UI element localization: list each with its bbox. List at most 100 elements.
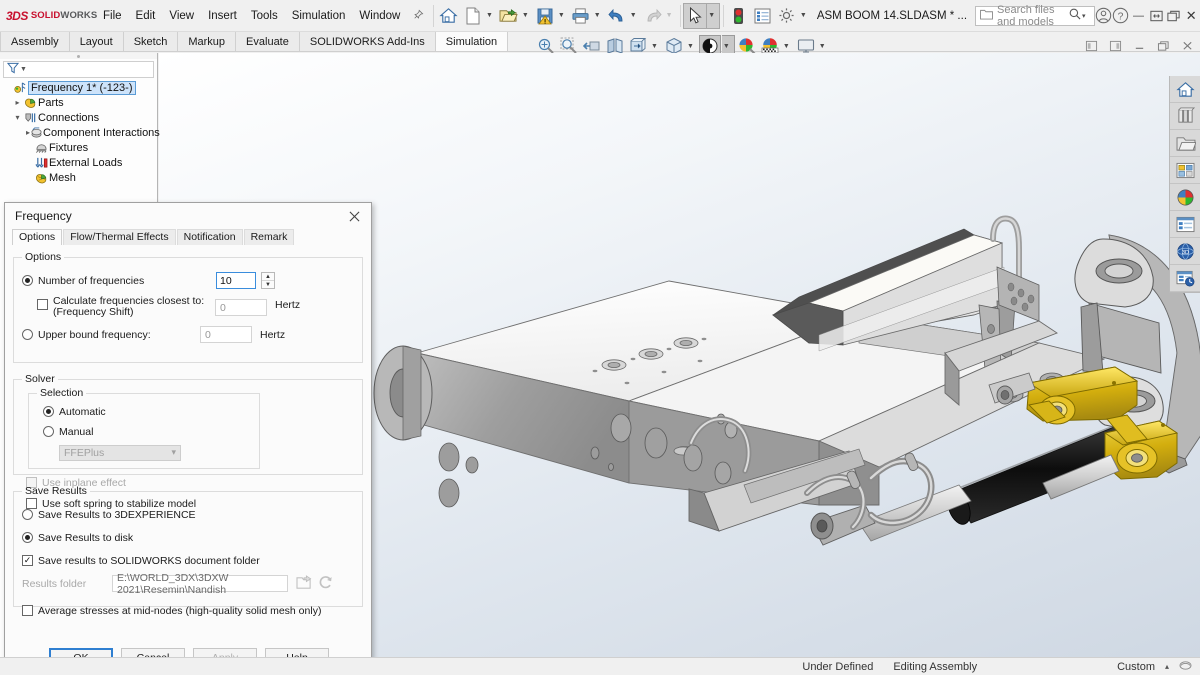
tab-assembly[interactable]: Assembly [0, 32, 70, 51]
solver-manual-radio[interactable] [43, 426, 54, 437]
close-icon[interactable] [341, 205, 367, 227]
maximize-window-icon[interactable] [1165, 1, 1183, 31]
solver-select[interactable]: FFEPlus ▾ [59, 444, 181, 461]
tab-layout[interactable]: Layout [69, 32, 124, 51]
new-document-caret-icon[interactable]: ▼ [485, 12, 497, 19]
use-soft-spring-checkbox[interactable] [26, 498, 37, 509]
print-caret-icon[interactable]: ▼ [593, 12, 605, 19]
tab-simulation[interactable]: Simulation [435, 32, 509, 51]
scene-caret-icon[interactable]: ▼ [782, 43, 794, 50]
search-icon[interactable] [1069, 8, 1081, 23]
tree-item-component-interactions[interactable]: ▸ Component Interactions [2, 125, 160, 140]
save-3dexperience-radio[interactable] [22, 509, 33, 520]
save-caret-icon[interactable]: ▼ [557, 12, 569, 19]
frequency-shift-checkbox[interactable] [37, 299, 48, 310]
open-button[interactable] [497, 3, 521, 29]
menu-item-view[interactable]: View [162, 6, 201, 26]
tab-evaluate[interactable]: Evaluate [236, 32, 300, 51]
save-to-disk-radio[interactable] [22, 532, 33, 543]
redo-caret-icon[interactable]: ▼ [665, 12, 677, 19]
view-palette-button[interactable] [1170, 157, 1200, 184]
frequency-dialog[interactable]: Frequency Options Flow/Thermal Effects N… [4, 202, 372, 674]
tab-remark[interactable]: Remark [243, 229, 295, 245]
study-frequency-icon [13, 82, 28, 94]
connections-icon [23, 112, 38, 124]
home-button[interactable] [437, 3, 461, 29]
tree-item-frequency-study[interactable]: Frequency 1* (-123-) [2, 80, 157, 95]
status-bar: Under Defined Editing Assembly Custom ▴ [0, 657, 1200, 675]
minimize-button[interactable]: — [1130, 1, 1148, 31]
close-button[interactable]: ✕ [1182, 1, 1200, 31]
number-of-frequencies-radio[interactable] [22, 275, 33, 286]
menu-item-tools[interactable]: Tools [244, 6, 285, 26]
new-document-button[interactable] [461, 3, 485, 29]
open-caret-icon[interactable]: ▼ [521, 12, 533, 19]
settings-button[interactable] [775, 3, 799, 29]
search-caret-icon[interactable]: ▾ [1081, 12, 1090, 20]
results-folder-input[interactable]: E:\WORLD_3DX\3DXW 2021\Resemin\Nandish [112, 572, 288, 596]
menu-item-file[interactable]: File [96, 6, 129, 26]
view-orientation-caret-icon[interactable]: ▼ [650, 43, 662, 50]
menu-item-insert[interactable]: Insert [201, 6, 244, 26]
tab-markup[interactable]: Markup [178, 32, 237, 51]
3dexperience-globe-button[interactable]: 3D [1170, 238, 1200, 265]
select-button[interactable] [683, 2, 708, 29]
tree-item-external-loads[interactable]: External Loads [2, 155, 157, 170]
save-to-sw-folder-row: ✓ Save results to SOLIDWORKS document fo… [22, 551, 354, 570]
frequency-shift-input[interactable]: 0 [215, 299, 267, 316]
help-question-icon[interactable]: ? [1112, 1, 1130, 31]
redo-button[interactable] [641, 3, 665, 29]
custom-properties-button[interactable] [1170, 211, 1200, 238]
browse-folder-icon[interactable] [296, 574, 313, 593]
tree-item-mesh[interactable]: Mesh [2, 170, 157, 185]
task-pane-home-button[interactable] [1170, 76, 1200, 103]
rebuild-status-button[interactable] [727, 3, 751, 29]
restore-window-icon[interactable] [1147, 1, 1165, 31]
appearances-sphere-button[interactable] [1170, 184, 1200, 211]
tab-flow-thermal-effects[interactable]: Flow/Thermal Effects [63, 229, 176, 245]
tree-item-fixtures[interactable]: Fixtures [2, 140, 157, 155]
average-stresses-checkbox[interactable] [22, 605, 33, 616]
overlay-icon[interactable] [1179, 660, 1200, 674]
settings-caret-icon[interactable]: ▼ [799, 12, 811, 19]
refresh-icon[interactable] [318, 575, 334, 593]
simulation-tools-button[interactable] [1170, 265, 1200, 292]
status-units-caret-icon[interactable]: ▴ [1165, 662, 1179, 671]
design-library-button[interactable] [1170, 103, 1200, 130]
select-caret-icon[interactable]: ▼ [707, 2, 721, 29]
component-interactions-icon [30, 127, 43, 139]
search-input[interactable]: Search files and models ▾ [975, 4, 1095, 28]
options-list-button[interactable] [751, 3, 775, 29]
menu-item-edit[interactable]: Edit [129, 6, 163, 26]
user-account-icon[interactable] [1095, 1, 1113, 31]
tree-expander-connections[interactable]: ▾ [12, 113, 23, 122]
tab-solidworks-add-ins[interactable]: SOLIDWORKS Add-Ins [299, 32, 436, 51]
number-of-frequencies-input[interactable]: 10 [216, 272, 256, 289]
print-button[interactable] [569, 3, 593, 29]
tree-filter-input[interactable]: ▼ [3, 61, 154, 78]
file-explorer-button[interactable] [1170, 130, 1200, 157]
tree-item-connections[interactable]: ▾ Connections [2, 110, 157, 125]
undo-caret-icon[interactable]: ▼ [629, 12, 641, 19]
status-units[interactable]: Custom [1107, 661, 1165, 673]
menu-item-window[interactable]: Window [352, 6, 407, 26]
tree-expander-parts[interactable]: ▸ [12, 98, 23, 107]
panel-grip[interactable] [0, 53, 157, 59]
save-to-sw-folder-checkbox[interactable]: ✓ [22, 555, 33, 566]
pushpin-icon[interactable] [407, 9, 430, 23]
dialog-title-bar[interactable]: Frequency [5, 203, 371, 229]
view-settings-caret-icon[interactable]: ▼ [818, 43, 830, 50]
tab-notification[interactable]: Notification [176, 229, 243, 245]
solver-automatic-radio[interactable] [43, 406, 54, 417]
tab-options[interactable]: Options [12, 229, 63, 245]
tab-sketch[interactable]: Sketch [123, 32, 179, 51]
save-button[interactable] [533, 3, 557, 29]
number-of-frequencies-stepper[interactable]: ▲ ▼ [261, 272, 275, 289]
display-style-caret-icon[interactable]: ▼ [686, 43, 698, 50]
toolbar-separator-3 [723, 4, 724, 27]
menu-item-simulation[interactable]: Simulation [285, 6, 353, 26]
upper-bound-frequency-input[interactable]: 0 [200, 326, 252, 343]
upper-bound-frequency-radio[interactable] [22, 329, 33, 340]
tree-item-parts[interactable]: ▸ Parts [2, 95, 157, 110]
undo-button[interactable] [605, 3, 629, 29]
